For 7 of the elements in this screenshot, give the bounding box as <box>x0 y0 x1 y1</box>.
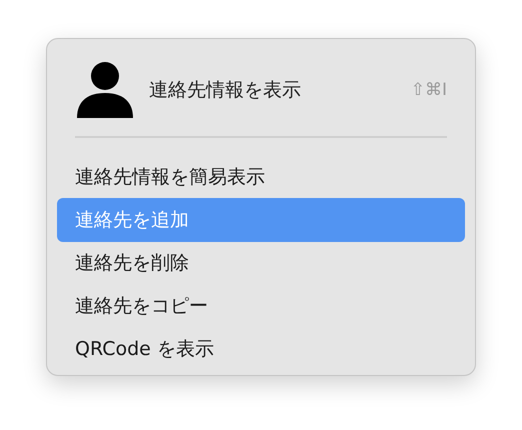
menu-item[interactable]: 連絡先をコピー <box>57 284 465 328</box>
shortcut-label: ⇧⌘I <box>410 80 447 100</box>
menu-item[interactable]: 連絡先情報を表示 <box>149 77 411 103</box>
menu-item[interactable]: 連絡先情報を簡易表示 <box>57 155 465 199</box>
menu-item[interactable]: 連絡先を削除 <box>57 241 465 285</box>
person-icon <box>77 62 133 118</box>
menu-item[interactable]: QRCode を表示 <box>57 327 465 371</box>
